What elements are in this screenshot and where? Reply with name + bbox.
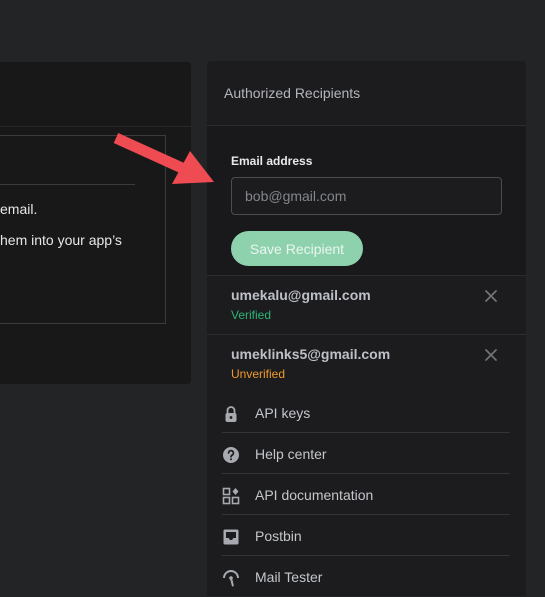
panel-title: Authorized Recipients	[224, 85, 361, 101]
email-address-label: Email address	[231, 154, 313, 168]
inbox-icon	[223, 529, 239, 545]
recipient-status-unverified: Unverified	[231, 367, 286, 381]
recipient-status-verified: Verified	[231, 308, 272, 322]
info-text-line-1: email.	[0, 201, 38, 217]
mail-tester-icon	[223, 570, 239, 587]
api-docs-icon	[222, 487, 240, 505]
recipient-email: umeklinks5@gmail.com	[231, 346, 391, 362]
nav-label: API documentation	[255, 487, 374, 503]
close-icon[interactable]	[484, 289, 498, 303]
nav-label: API keys	[255, 405, 311, 421]
nav-label: Mail Tester	[255, 569, 323, 585]
nav-item-postbin[interactable]: Postbin	[222, 515, 510, 556]
nav-item-mail-tester[interactable]: Mail Tester	[222, 556, 510, 597]
nav-item-api-keys[interactable]: API keys	[222, 392, 510, 433]
save-recipient-button[interactable]: Save Recipient	[231, 231, 363, 266]
nav-label: Help center	[255, 446, 327, 462]
recipient-row: umekalu@gmail.com Verified	[207, 276, 526, 334]
recipient-row: umeklinks5@gmail.com Unverified	[207, 335, 526, 393]
lock-icon	[225, 406, 237, 422]
help-icon	[223, 447, 239, 463]
recipient-email: umekalu@gmail.com	[231, 287, 371, 303]
authorized-recipients-panel: Authorized Recipients Email address Save…	[207, 61, 526, 596]
nav-label: Postbin	[255, 528, 302, 544]
nav-item-help-center[interactable]: Help center	[222, 433, 510, 474]
sidebar-nav: API keys Help center API documentation P…	[222, 392, 510, 597]
add-recipient-form: Email address Save Recipient	[207, 126, 526, 275]
info-text-line-2: hem into your app’s	[0, 232, 122, 248]
settings-panel: email. hem into your app’s	[0, 62, 191, 384]
nav-item-api-documentation[interactable]: API documentation	[222, 474, 510, 515]
annotation-arrow-icon	[113, 132, 214, 184]
email-address-input[interactable]	[231, 177, 502, 215]
close-icon[interactable]	[484, 348, 498, 362]
